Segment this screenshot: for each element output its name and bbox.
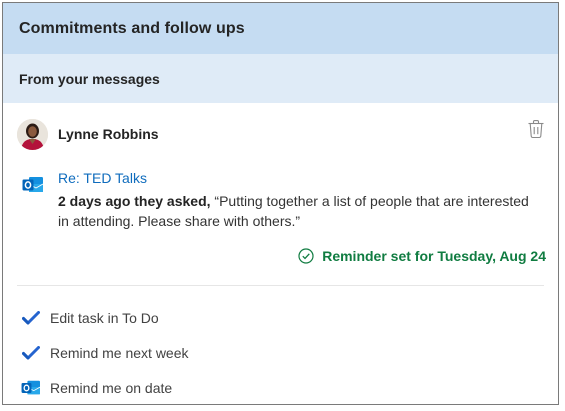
person-name: Lynne Robbins	[58, 126, 159, 142]
message-text: 2 days ago they asked, “Putting together…	[58, 191, 540, 231]
remind-on-date-button[interactable]: Remind me on date	[3, 370, 558, 404]
action-label: Remind me on date	[50, 379, 173, 396]
todo-check-icon	[21, 309, 41, 327]
card-title: Commitments and follow ups	[3, 3, 558, 54]
action-list: Edit task in To Do Remind me next week R…	[3, 300, 558, 404]
outlook-icon	[21, 379, 41, 397]
message-time: 2 days ago they asked,	[58, 193, 211, 209]
outlook-icon	[22, 175, 44, 195]
action-label: Edit task in To Do	[50, 309, 159, 326]
check-circle-icon	[298, 248, 314, 264]
message-block: Re: TED Talks 2 days ago they asked, “Pu…	[3, 169, 558, 231]
todo-check-icon	[21, 344, 41, 362]
divider	[17, 285, 544, 286]
remind-next-week-button[interactable]: Remind me next week	[3, 335, 558, 370]
avatar	[17, 118, 48, 150]
edit-task-button[interactable]: Edit task in To Do	[3, 300, 558, 335]
reminder-text: Reminder set for Tuesday, Aug 24	[322, 248, 546, 264]
action-label: Remind me next week	[50, 344, 189, 361]
commitments-card: Commitments and follow ups From your mes…	[2, 2, 559, 405]
section-title: From your messages	[3, 54, 558, 103]
trash-icon[interactable]	[527, 119, 545, 139]
person-row: Lynne Robbins	[3, 103, 558, 165]
reminder-status: Reminder set for Tuesday, Aug 24	[3, 248, 558, 264]
message-subject-link[interactable]: Re: TED Talks	[58, 169, 540, 188]
